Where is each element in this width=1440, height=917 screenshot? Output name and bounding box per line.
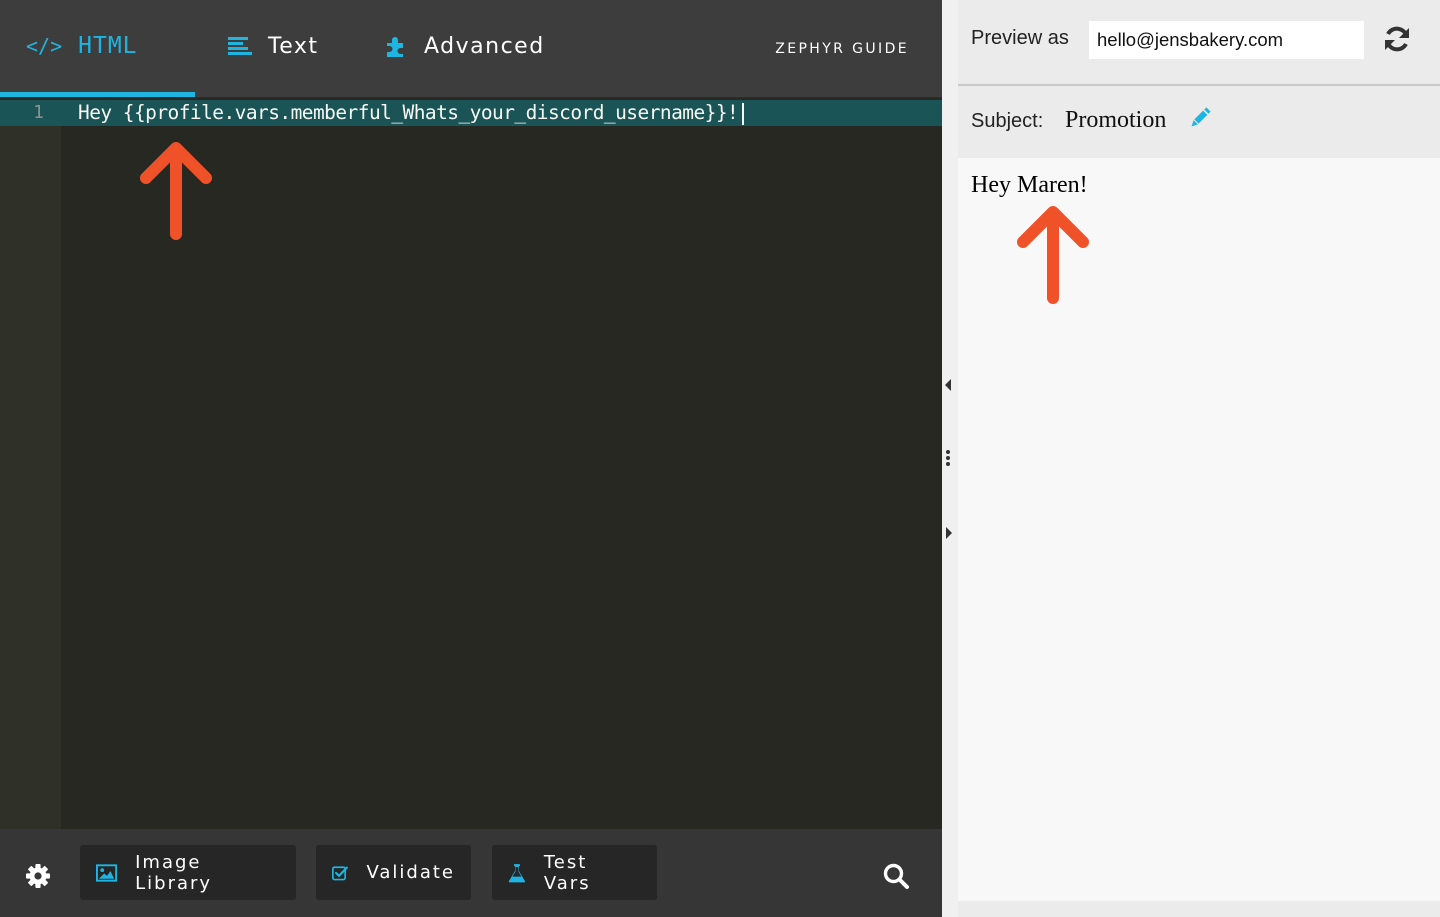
code-icon: </> <box>26 34 63 58</box>
preview-as-label: Preview as <box>971 27 1069 49</box>
bottom-toolbar: Image Library Validate Test Vars <box>0 829 942 917</box>
refresh-icon[interactable] <box>1382 24 1412 54</box>
tab-text-label: Text <box>268 33 319 59</box>
text-cursor <box>742 102 745 125</box>
pencil-edit-icon[interactable] <box>1188 106 1212 130</box>
tab-html[interactable]: </> HTML <box>26 0 138 92</box>
drag-handle-icon[interactable] <box>946 450 950 468</box>
editor-pane: </> HTML Text Advanced ZEPHYR GUIDE 1 He… <box>0 0 942 917</box>
flask-icon <box>508 863 526 882</box>
editor-tab-bar: </> HTML Text Advanced ZEPHYR GUIDE <box>0 0 942 98</box>
collapse-right-icon[interactable] <box>946 527 952 539</box>
code-line-text: Hey {{profile.vars.memberful_Whats_your_… <box>78 101 739 124</box>
validate-button[interactable]: Validate <box>316 845 471 900</box>
validate-label: Validate <box>366 862 455 883</box>
preview-footer <box>958 901 1440 917</box>
preview-pane: Preview as Subject: Promotion Hey Maren! <box>958 0 1440 917</box>
tab-advanced-label: Advanced <box>424 33 545 59</box>
preview-as-input[interactable] <box>1089 21 1364 59</box>
gear-icon[interactable] <box>24 862 52 890</box>
preview-header: Preview as <box>958 0 1440 86</box>
collapse-left-icon[interactable] <box>945 379 951 391</box>
zephyr-guide-link[interactable]: ZEPHYR GUIDE <box>775 41 909 57</box>
line-number-gutter <box>0 100 61 829</box>
tab-bar-divider <box>0 97 942 98</box>
preview-body-text: Hey Maren! <box>971 172 1088 198</box>
annotation-arrow-up-icon <box>140 142 212 240</box>
tab-advanced[interactable]: Advanced <box>384 0 545 92</box>
image-library-button[interactable]: Image Library <box>80 845 296 900</box>
subject-value: Promotion <box>1065 107 1167 133</box>
annotation-arrow-up-icon <box>1017 206 1089 304</box>
pane-splitter[interactable] <box>942 0 958 917</box>
text-lines-icon <box>228 37 252 55</box>
email-preview-body: Hey Maren! <box>958 158 1440 901</box>
image-icon <box>96 863 118 882</box>
tab-text[interactable]: Text <box>228 0 319 92</box>
image-library-label: Image Library <box>135 851 213 894</box>
tab-html-label: HTML <box>78 33 138 59</box>
checkbox-check-icon <box>332 865 348 880</box>
puzzle-icon <box>387 37 403 57</box>
code-line[interactable]: Hey {{profile.vars.memberful_Whats_your_… <box>78 100 745 126</box>
search-icon[interactable] <box>882 862 910 890</box>
line-number: 1 <box>33 102 44 123</box>
test-vars-button[interactable]: Test Vars <box>492 845 657 900</box>
subject-label: Subject: <box>971 110 1044 132</box>
test-vars-label: Test Vars <box>543 851 591 894</box>
